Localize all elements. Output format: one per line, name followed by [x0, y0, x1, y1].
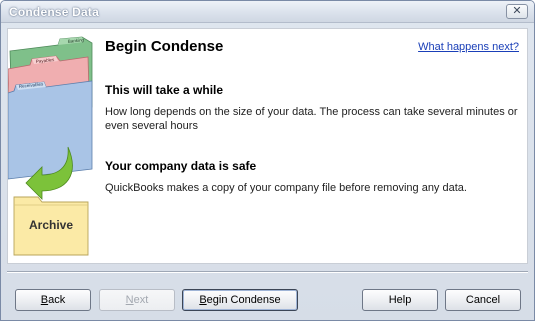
- folders-archive-graphic: Banking Payables Receivables Archive: [7, 36, 93, 256]
- begin-label-rest: egin Condense: [206, 294, 281, 306]
- archive-label: Archive: [29, 218, 73, 232]
- back-label-rest: ack: [48, 294, 66, 306]
- page-heading: Begin Condense: [105, 38, 224, 55]
- title-bar[interactable]: Condense Data ✕: [1, 1, 534, 23]
- section-body-time: How long depends on the size of your dat…: [105, 106, 518, 132]
- next-button[interactable]: Next: [99, 289, 175, 311]
- footer-separator: [7, 271, 528, 273]
- close-icon: ✕: [512, 5, 522, 17]
- what-happens-next-link[interactable]: What happens next?: [418, 41, 519, 53]
- condense-illustration: Banking Payables Receivables Archive: [7, 29, 94, 263]
- help-button[interactable]: Help: [362, 289, 438, 311]
- next-mnemonic: N: [125, 294, 134, 306]
- receivables-folder-icon: Receivables: [7, 80, 93, 180]
- next-label-rest: ext: [133, 294, 149, 306]
- begin-condense-button[interactable]: Begin Condense: [182, 289, 298, 311]
- section-title-time: This will take a while: [105, 83, 224, 97]
- window-title: Condense Data: [9, 5, 99, 19]
- cancel-button[interactable]: Cancel: [445, 289, 521, 311]
- section-title-safe: Your company data is safe: [105, 159, 257, 173]
- section-body-safe: QuickBooks makes a copy of your company …: [105, 182, 467, 194]
- content-panel: Banking Payables Receivables Archive Beg…: [7, 28, 528, 264]
- close-button[interactable]: ✕: [506, 4, 528, 19]
- back-button[interactable]: Back: [15, 289, 91, 311]
- begin-mnemonic: B: [199, 294, 207, 306]
- back-mnemonic: B: [40, 294, 49, 306]
- condense-data-dialog: Condense Data ✕ Banking Payables Receiva…: [0, 0, 535, 321]
